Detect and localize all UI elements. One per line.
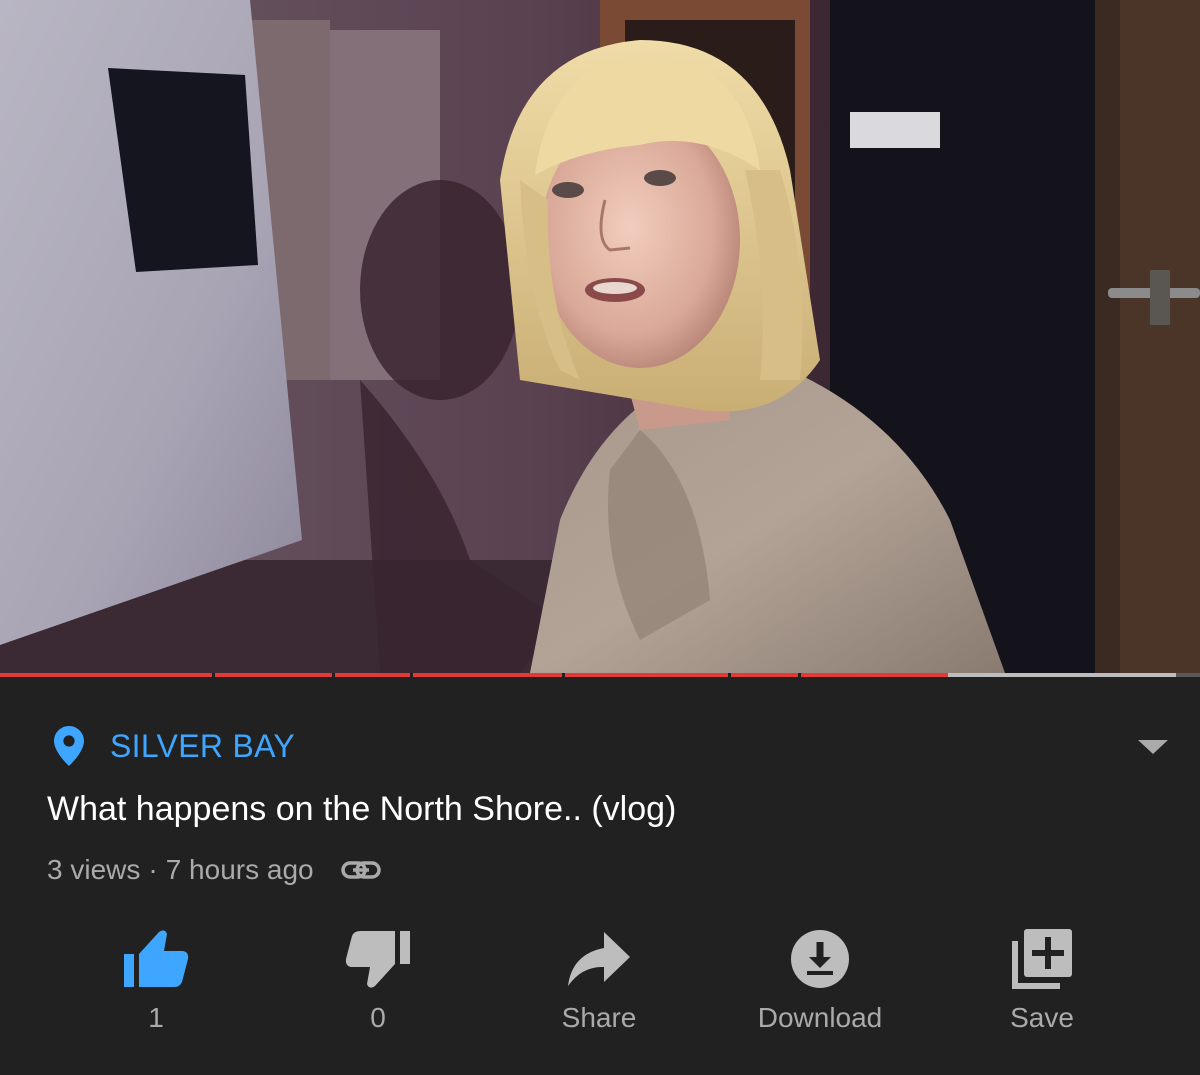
chapter-marker — [798, 673, 801, 677]
video-title: What happens on the North Shore.. (vlog) — [47, 790, 677, 828]
progress-played — [0, 673, 948, 677]
video-player[interactable] — [0, 0, 1200, 673]
view-count: 3 views — [47, 854, 141, 885]
dislike-button[interactable]: 0 — [288, 918, 468, 1048]
video-watch-page: SILVER BAY What happens on the North Sho… — [0, 0, 1200, 1075]
link-icon[interactable] — [340, 858, 382, 882]
video-frame — [0, 0, 1200, 673]
save-label: Save — [1010, 1002, 1074, 1033]
save-button[interactable]: Save — [952, 918, 1132, 1048]
download-label: Download — [757, 1002, 883, 1033]
chapter-marker — [562, 673, 565, 677]
chevron-down-icon[interactable] — [1136, 737, 1170, 757]
download-icon — [791, 930, 849, 988]
chapter-marker — [332, 673, 335, 677]
download-button[interactable]: Download — [730, 918, 910, 1048]
share-arrow-icon — [568, 932, 630, 986]
video-actions: 1 0 Share Download Save — [0, 918, 1200, 1048]
like-button[interactable]: 1 — [66, 918, 246, 1048]
thumbs-down-icon — [345, 931, 410, 988]
dislike-count: 0 — [370, 1002, 386, 1033]
chapter-marker — [410, 673, 413, 677]
video-meta: 3 views · 7 hours ago — [47, 850, 382, 890]
share-button[interactable]: Share — [509, 918, 689, 1048]
location-link[interactable]: SILVER BAY — [54, 724, 295, 768]
upload-age: 7 hours ago — [165, 854, 314, 885]
add-to-playlist-icon — [1012, 929, 1072, 989]
chapter-marker — [728, 673, 731, 677]
share-label: Share — [561, 1002, 637, 1033]
map-pin-icon — [54, 726, 84, 766]
meta-separator: · — [148, 854, 158, 885]
video-progress-bar[interactable] — [0, 673, 1200, 677]
thumbs-up-icon — [124, 930, 189, 987]
chapter-marker — [212, 673, 215, 677]
like-count: 1 — [148, 1002, 164, 1033]
location-label: SILVER BAY — [110, 728, 295, 764]
